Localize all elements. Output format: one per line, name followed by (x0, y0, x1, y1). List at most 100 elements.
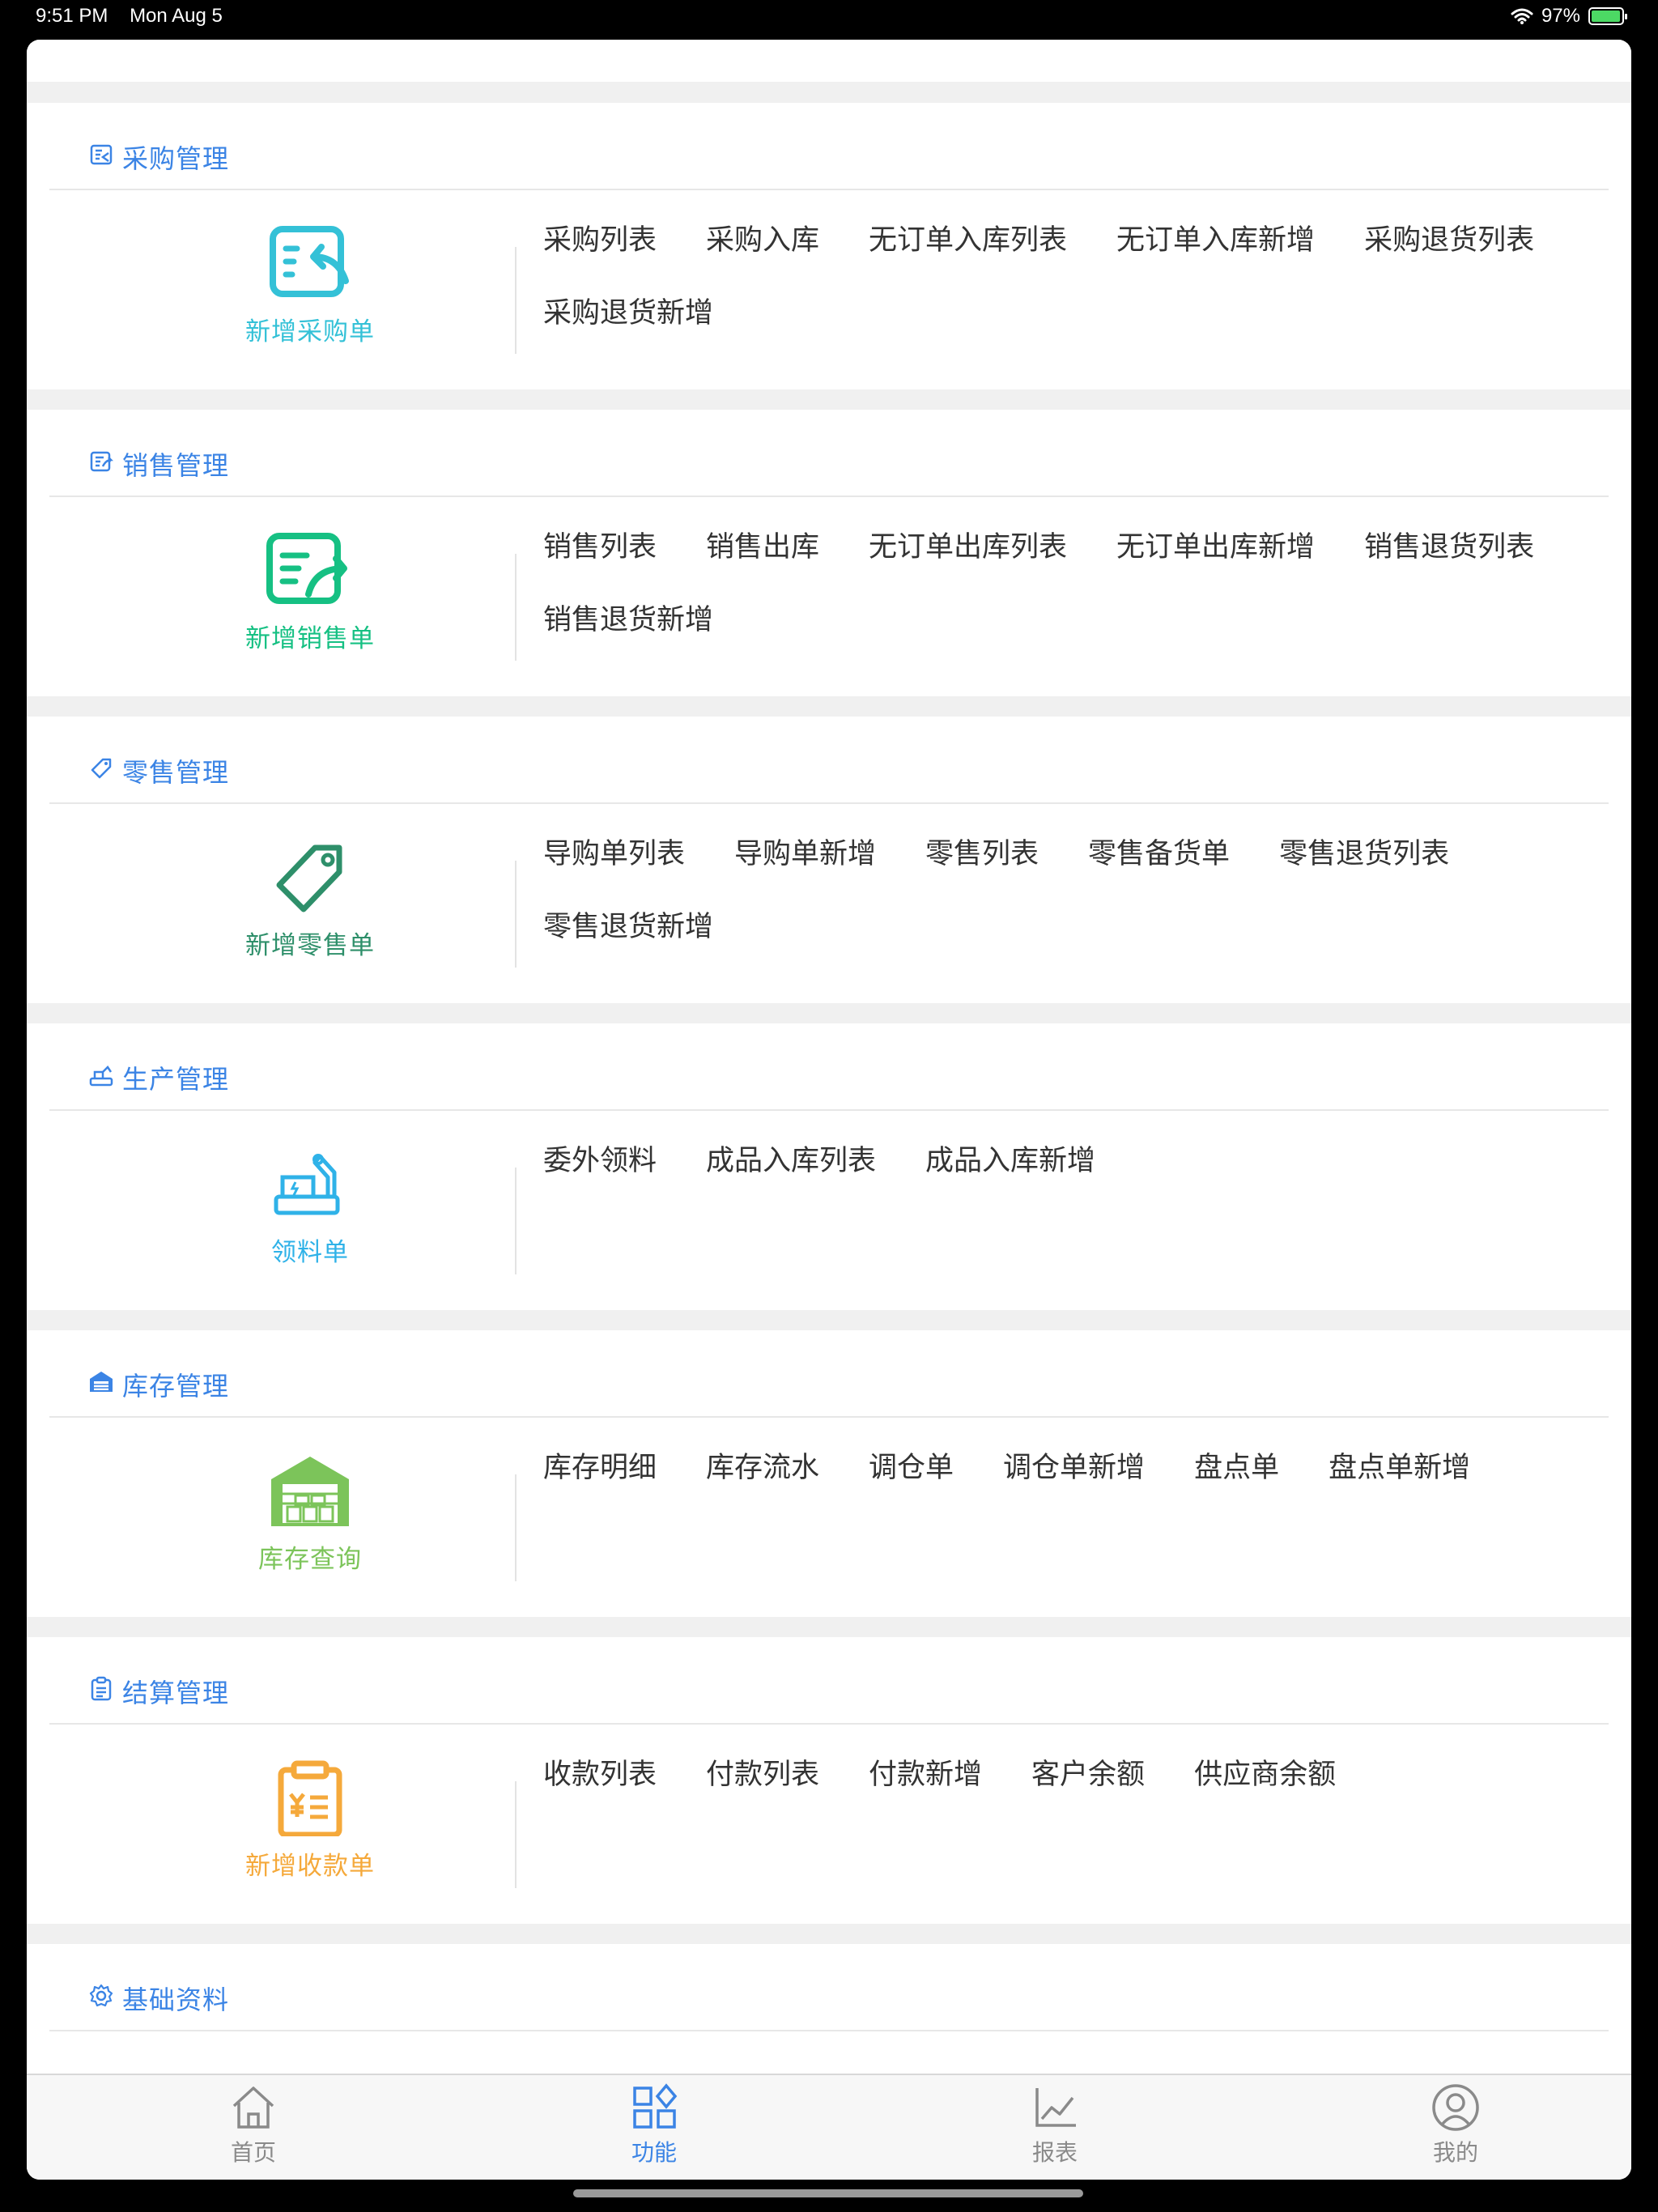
section-link[interactable]: 导购单列表 (542, 830, 687, 878)
section-links: 导购单列表 导购单新增 零售列表 零售备货单 零售退货列表零售退货新增 (542, 830, 1594, 951)
section-title: 采购管理 (122, 143, 230, 174)
status-bar: 9:51 PM Mon Aug 5 97% (0, 0, 1658, 36)
section-3: 零售管理新增零售单 导购单列表 导购单新增 零售列表 零售备货单 零售退货列表零售退货新增 (27, 717, 1631, 1003)
section-primary-button-label: 新增采购单 (245, 317, 375, 347)
section-header: 采购管理 (49, 103, 1609, 190)
section-links: 库存明细 库存流水 调仓单 调仓单新增 盘点单 盘点单新增 (542, 1444, 1594, 1492)
section-link[interactable]: 调仓单新增 (1001, 1444, 1146, 1492)
section-primary-button[interactable]: 新增收款单 (189, 1759, 432, 1896)
vertical-divider (515, 247, 517, 354)
section-link[interactable]: 销售退货新增 (542, 596, 715, 644)
wifi-icon (1511, 8, 1533, 24)
section-header: 生产管理 (49, 1023, 1609, 1111)
section-header: 结算管理 (49, 1637, 1609, 1725)
tab-functions[interactable]: 功能 (573, 2083, 735, 2167)
retail-tag-icon (91, 758, 112, 779)
section-link[interactable]: 无订单入库列表 (867, 216, 1069, 265)
section-primary-button[interactable]: 新增零售单 (189, 838, 432, 976)
section-link[interactable]: 盘点单 (1192, 1444, 1281, 1492)
section-link[interactable]: 成品入库列表 (704, 1137, 878, 1185)
vertical-divider (515, 1474, 517, 1581)
section-link[interactable]: 零售备货单 (1086, 830, 1231, 878)
apps-icon (633, 2083, 678, 2129)
section-link[interactable]: 导购单新增 (733, 830, 878, 878)
section-link[interactable]: 成品入库新增 (924, 1137, 1097, 1185)
tab-home-label: 首页 (230, 2139, 276, 2166)
status-date: Mon Aug 5 (130, 5, 223, 27)
section-link[interactable]: 零售列表 (924, 830, 1040, 878)
new-purchase-icon (270, 226, 349, 297)
home-indicator[interactable] (573, 2189, 1083, 2197)
robot-arm-icon (274, 1154, 340, 1215)
section-links: 委外领料 成品入库列表 成品入库新增 (542, 1137, 1594, 1185)
section-primary-button[interactable]: 新增销售单 (189, 531, 432, 669)
section-link[interactable]: 销售列表 (542, 523, 658, 572)
user-icon (1432, 2084, 1479, 2131)
receipt-icon (278, 1760, 342, 1836)
section-title: 库存管理 (122, 1371, 230, 1402)
section-link[interactable]: 零售退货新增 (542, 903, 715, 951)
tab-reports[interactable]: 报表 (974, 2083, 1136, 2167)
section-link[interactable]: 调仓单 (867, 1444, 955, 1492)
section-link[interactable]: 付款新增 (867, 1750, 984, 1799)
section-links: 采购列表 采购入库 无订单入库列表 无订单入库新增 采购退货列表采购退货新增 (542, 216, 1594, 338)
vertical-divider (515, 1168, 517, 1274)
section-primary-button[interactable]: 库存查询 (189, 1452, 432, 1589)
new-sales-icon (266, 533, 347, 604)
chart-icon (1035, 2088, 1076, 2127)
section-header: 库存管理 (49, 1330, 1609, 1418)
tag-icon (276, 844, 342, 912)
section-header: 基础资料 (49, 1944, 1609, 2031)
section-link[interactable]: 收款列表 (542, 1750, 658, 1799)
section-link[interactable]: 无订单出库列表 (867, 523, 1069, 572)
section-link[interactable]: 库存流水 (704, 1444, 821, 1492)
settlement-icon (91, 1676, 112, 1701)
section-link[interactable]: 采购列表 (542, 216, 658, 265)
tab-home[interactable]: 首页 (172, 2083, 334, 2167)
sales-icon (90, 451, 114, 472)
production-icon (89, 1066, 113, 1087)
section-primary-button-label: 库存查询 (258, 1545, 362, 1574)
tab-reports-label: 报表 (1031, 2139, 1078, 2166)
vertical-divider (515, 1781, 517, 1888)
vertical-divider (515, 554, 517, 661)
tab-bar: 首页 功能 报表 我的 (27, 2074, 1631, 2180)
gear-icon (89, 1984, 113, 2007)
section-link[interactable]: 付款列表 (704, 1750, 821, 1799)
tab-mine[interactable]: 我的 (1375, 2083, 1537, 2167)
tab-mine-label: 我的 (1432, 2139, 1478, 2166)
section-links: 销售列表 销售出库 无订单出库列表 无订单出库新增 销售退货列表销售退货新增 (542, 523, 1594, 644)
battery-percent: 97% (1541, 5, 1580, 27)
section-link[interactable]: 零售退货列表 (1278, 830, 1451, 878)
section-primary-button-label: 新增零售单 (245, 931, 375, 960)
section-4: 生产管理领料单 委外领料 成品入库列表 成品入库新增 (27, 1023, 1631, 1310)
vertical-divider (515, 861, 517, 968)
section-link[interactable]: 采购退货新增 (542, 289, 715, 338)
section-links: 收款列表 付款列表 付款新增 客户余额 供应商余额 (542, 1750, 1594, 1799)
section-primary-button-label: 新增销售单 (245, 624, 375, 653)
status-time: 9:51 PM (36, 5, 108, 27)
section-5: 库存管理库存查询 库存明细 库存流水 调仓单 调仓单新增 盘点单 盘点单新增 (27, 1330, 1631, 1617)
section-link[interactable]: 销售退货列表 (1363, 523, 1536, 572)
section-primary-button-label: 领料单 (271, 1238, 349, 1267)
section-header: 销售管理 (49, 410, 1609, 497)
section-link[interactable]: 无订单入库新增 (1115, 216, 1316, 265)
section-link[interactable]: 库存明细 (542, 1444, 658, 1492)
section-link[interactable]: 客户余额 (1030, 1750, 1146, 1799)
section-link[interactable]: 供应商余额 (1192, 1750, 1337, 1799)
section-1: 采购管理新增采购单 采购列表 采购入库 无订单入库列表 无订单入库新增 采购退货列表采购退… (27, 103, 1631, 389)
section-link[interactable]: 委外领料 (542, 1137, 658, 1185)
section-primary-button[interactable]: 领料单 (189, 1145, 432, 1283)
purchase-icon (90, 144, 113, 165)
battery-icon (1588, 7, 1627, 25)
section-link[interactable]: 采购入库 (704, 216, 821, 265)
section-link[interactable]: 无订单出库新增 (1115, 523, 1316, 572)
section-header: 零售管理 (49, 717, 1609, 804)
section-title: 基础资料 (122, 1984, 230, 2015)
section-link[interactable]: 采购退货列表 (1363, 216, 1536, 265)
home-icon (232, 2087, 274, 2129)
section-primary-button[interactable]: 新增采购单 (189, 224, 432, 362)
section-link[interactable]: 销售出库 (704, 523, 821, 572)
section-title: 生产管理 (122, 1064, 230, 1095)
section-link[interactable]: 盘点单新增 (1327, 1444, 1472, 1492)
